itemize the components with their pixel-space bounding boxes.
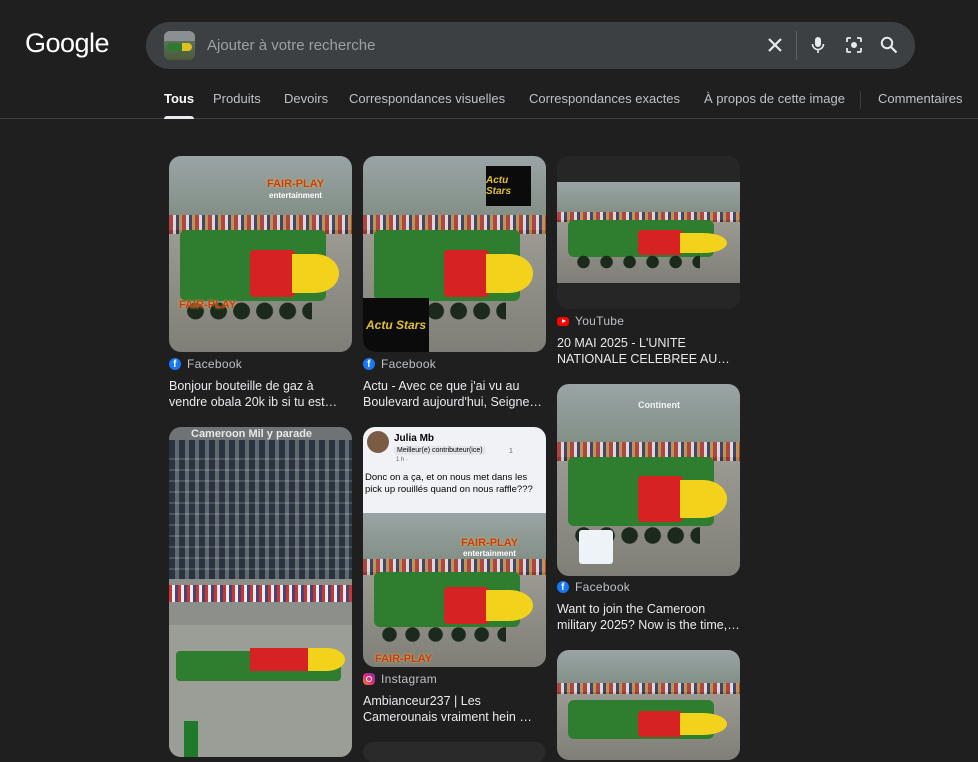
result-title-2[interactable]: Actu - Avec ce que j'ai vu au Boulevard … (363, 378, 549, 410)
result-image-5[interactable]: Cameroon Mil y parade (169, 427, 352, 757)
search-image-thumbnail[interactable] (164, 31, 195, 60)
result-source-6[interactable]: Instagram (363, 672, 437, 686)
watermark: FAIR-PLAY (461, 537, 519, 550)
image-caption: Cameroon Mil y parade (191, 428, 313, 440)
result-title-3[interactable]: 20 MAI 2025 - L'UNITE NATIONALE CELEBREE… (557, 335, 743, 367)
tab-tous[interactable]: Tous (164, 91, 195, 119)
image-caption: Continent (638, 400, 680, 410)
actu-stars-logo: Actu Stars (486, 166, 531, 206)
facebook-icon: f (363, 358, 375, 370)
youtube-icon (557, 316, 569, 326)
result-source-2[interactable]: f Facebook (363, 357, 436, 371)
facebook-icon: f (557, 581, 569, 593)
result-image-8[interactable] (557, 650, 740, 760)
post-time: 1 h · (396, 457, 409, 463)
tab-a-propos[interactable]: À propos de cette image (704, 91, 845, 119)
result-image-4[interactable]: Continent (557, 384, 740, 576)
clear-icon[interactable] (763, 33, 787, 57)
result-image-1[interactable]: FAIR-PLAY entertainment FAIR-PLAY (169, 156, 352, 352)
search-input[interactable]: Ajouter à votre recherche (207, 37, 375, 54)
watermark-sub: entertainment (463, 549, 516, 559)
search-divider (796, 31, 797, 60)
tab-correspondances-exactes[interactable]: Correspondances exactes (529, 91, 680, 119)
microphone-icon[interactable] (806, 33, 830, 57)
result-title-6[interactable]: Ambianceur237 | Les Camerounais vraiment… (363, 693, 549, 725)
result-source-3[interactable]: YouTube (557, 314, 624, 328)
result-title-4[interactable]: Want to join the Cameroon military 2025?… (557, 601, 743, 633)
result-image-2[interactable]: Actu Stars Actu Stars (363, 156, 546, 352)
watermark: FAIR-PLAY (179, 299, 237, 311)
post-count: 1 (509, 448, 513, 455)
tab-commentaires[interactable]: Commentaires (878, 91, 963, 119)
tab-correspondances-visuelles[interactable]: Correspondances visuelles (349, 91, 505, 119)
lens-icon[interactable] (842, 33, 866, 57)
result-source-4[interactable]: f Facebook (557, 580, 630, 594)
tab-devoirs[interactable]: Devoirs (284, 91, 328, 119)
post-badge: Meilleur(e) contributeur(ice) (394, 446, 486, 455)
watermark: FAIR-PLAY (375, 653, 433, 666)
tab-divider (860, 91, 861, 109)
avatar (367, 431, 389, 453)
actu-stars-logo: Actu Stars (363, 298, 429, 352)
post-author: Julia Mb (394, 433, 435, 444)
result-image-7[interactable] (363, 742, 546, 762)
instagram-icon (363, 673, 375, 685)
result-source-1[interactable]: f Facebook (169, 357, 242, 371)
watermark: FAIR-PLAY (267, 178, 325, 190)
social-post-screenshot: Julia Mb Meilleur(e) contributeur(ice) 1… (363, 427, 546, 514)
result-title-1[interactable]: Bonjour bouteille de gaz à vendre obala … (169, 378, 355, 410)
search-icon[interactable] (877, 33, 901, 57)
header: Google Ajouter à votre recherche Tous Pr… (0, 0, 978, 119)
facebook-icon: f (169, 358, 181, 370)
watermark-sub: entertainment (269, 191, 322, 200)
search-box[interactable]: Ajouter à votre recherche (146, 22, 915, 69)
tab-produits[interactable]: Produits (213, 91, 261, 119)
google-logo[interactable]: Google (25, 28, 110, 59)
flag-sign (579, 530, 613, 564)
result-image-6[interactable]: Julia Mb Meilleur(e) contributeur(ice) 1… (363, 427, 546, 667)
post-text: Donc on a ça, et on nous met dans les pi… (365, 472, 533, 495)
result-image-3[interactable] (557, 156, 740, 309)
